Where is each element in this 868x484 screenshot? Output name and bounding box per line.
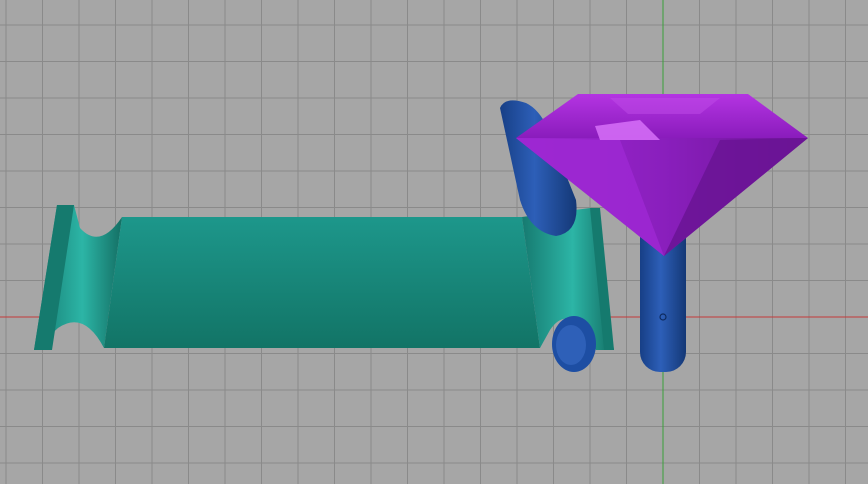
3d-viewport-front[interactable] <box>0 0 868 484</box>
viewport-canvas[interactable] <box>0 0 868 484</box>
ring-shank[interactable] <box>34 205 614 350</box>
shank-band <box>104 217 540 348</box>
prong-left-tip-highlight <box>556 325 586 365</box>
